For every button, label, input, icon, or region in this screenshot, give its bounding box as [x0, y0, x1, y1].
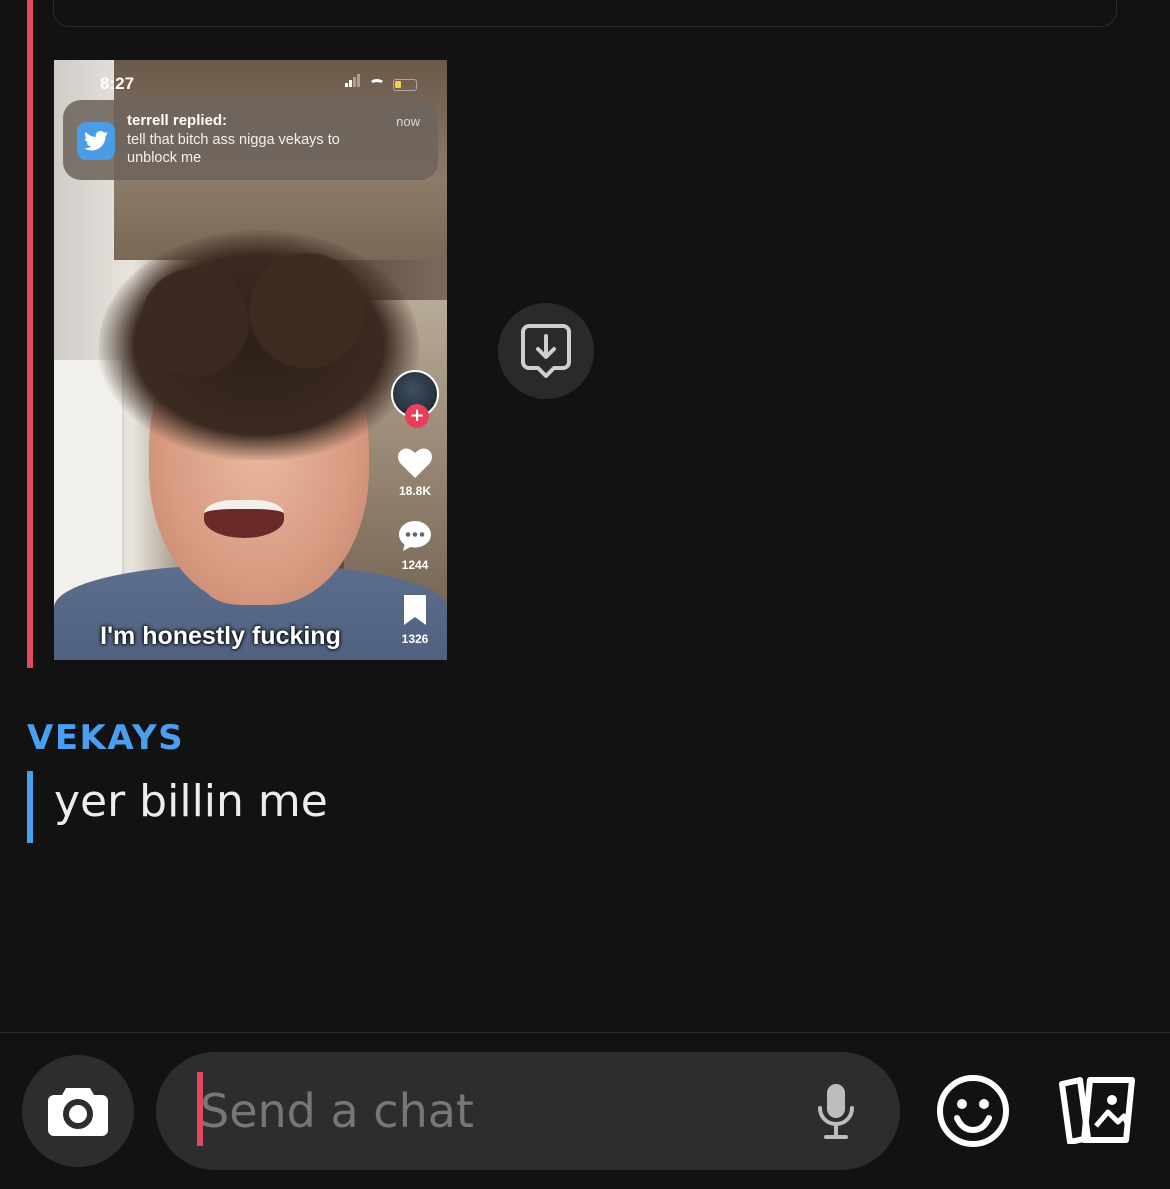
- camera-button[interactable]: [22, 1055, 134, 1167]
- emoji-icon: [937, 1075, 1009, 1147]
- camera-icon: [48, 1088, 108, 1136]
- sender-message-bar: [27, 771, 33, 843]
- comments-stat: 1244: [391, 520, 439, 572]
- chat-input-field[interactable]: [156, 1052, 900, 1170]
- heart-icon: [398, 448, 432, 478]
- friend-message-bar: [27, 0, 33, 668]
- notification-time: now: [396, 114, 420, 129]
- text-cursor: [197, 1072, 203, 1146]
- status-icons: [345, 74, 417, 91]
- composer-divider: [0, 1032, 1170, 1033]
- battery-icon: [393, 79, 417, 91]
- notification-body: tell that bitch ass nigga vekays to unbl…: [127, 132, 340, 166]
- person-hair: [99, 230, 419, 460]
- wifi-icon: [369, 79, 385, 91]
- likes-stat: 18.8K: [391, 448, 439, 498]
- follow-plus-icon: +: [405, 404, 429, 428]
- twitter-icon: [77, 122, 115, 160]
- person-mouth: [204, 500, 284, 538]
- notification-title: terrell replied:: [127, 112, 228, 129]
- comment-icon: [399, 521, 431, 551]
- creator-avatar: +: [391, 370, 439, 428]
- cards-icon: [1059, 1077, 1135, 1145]
- chat-input[interactable]: [200, 1076, 800, 1146]
- save-button[interactable]: [498, 303, 594, 399]
- previous-message-card: [53, 0, 1117, 27]
- stickers-button[interactable]: [1056, 1074, 1138, 1148]
- likes-count: 18.8K: [398, 484, 432, 498]
- shared-video-snap[interactable]: 8:27 terrell replied: tell that bitch as…: [54, 60, 447, 660]
- emoji-button[interactable]: [936, 1074, 1010, 1152]
- sender-name: VEKAYS: [27, 718, 185, 758]
- status-time: 8:27: [100, 74, 135, 93]
- microphone-icon[interactable]: [816, 1082, 856, 1140]
- message-text: yer billin me: [54, 776, 328, 827]
- push-notification: terrell replied: tell that bitch ass nig…: [63, 100, 438, 180]
- signal-icon: [345, 72, 361, 91]
- comments-count: 1244: [401, 558, 429, 572]
- status-bar: 8:27: [54, 74, 447, 98]
- video-side-actions: + 18.8K 1244 1326: [391, 370, 439, 646]
- video-caption: I'm honestly fucking: [100, 622, 341, 650]
- save-icon: [521, 324, 571, 378]
